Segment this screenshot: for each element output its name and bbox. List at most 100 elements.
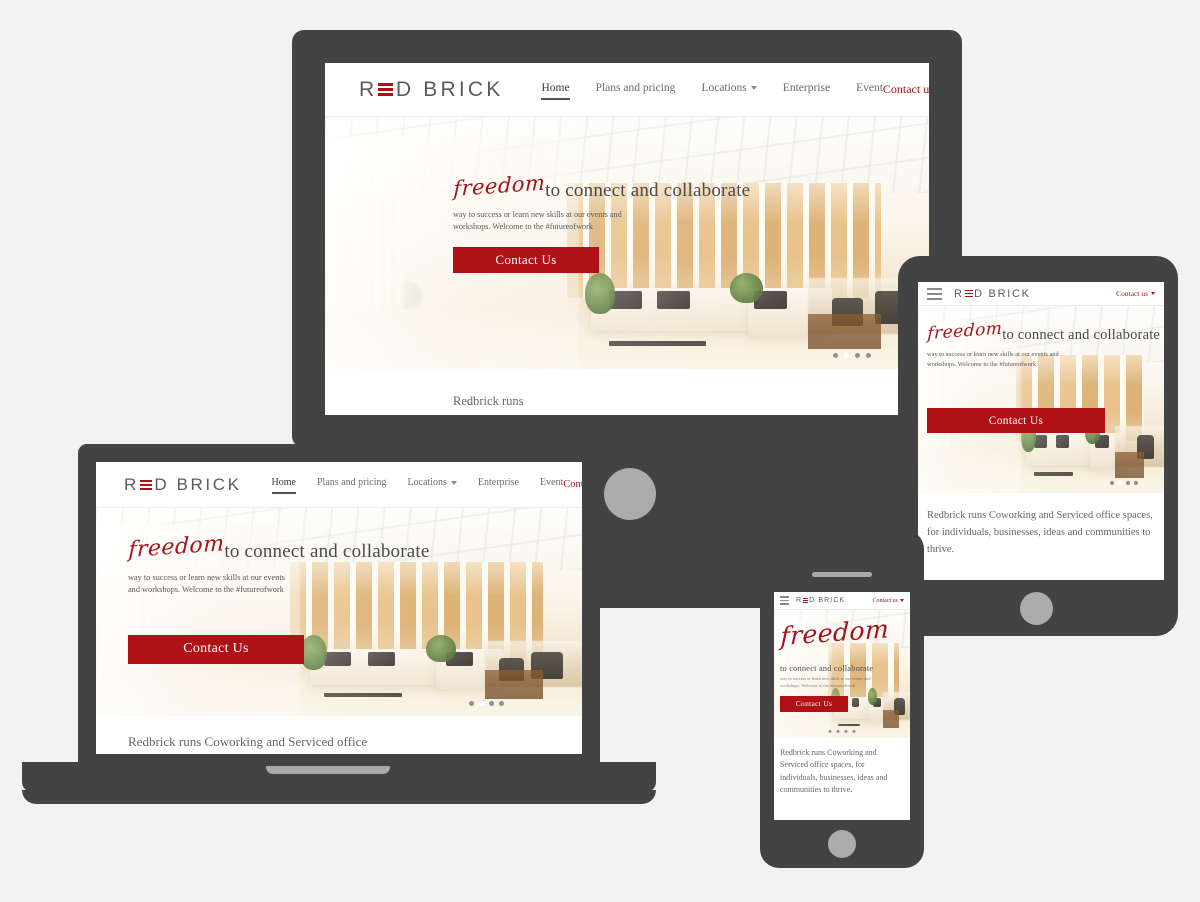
hero-headline: freedomto connect and collaborate: [128, 531, 429, 563]
carousel-dot[interactable]: [833, 353, 838, 358]
hero-headline-rest: to connect and collaborate: [224, 541, 430, 562]
nav-item-event[interactable]: Event: [540, 477, 563, 492]
nav-item-event-label: Event: [539, 477, 564, 488]
chevron-down-icon: [750, 85, 757, 90]
laptop: R D BRICK Home Plans and pricing Location…: [22, 444, 656, 814]
phone-earpiece-speaker: [812, 572, 872, 577]
carousel-dot[interactable]: [469, 701, 474, 706]
hero-cta-button[interactable]: Contact Us: [453, 246, 599, 273]
nav-item-home[interactable]: Home: [271, 477, 297, 494]
contact-us-label: Contact us: [1116, 289, 1148, 298]
contact-us-label: Contact us: [563, 479, 582, 490]
intro-paragraph-phone: Redbrick runs Coworking and Serviced off…: [774, 738, 910, 797]
tablet: RD BRICK Contact us freedomto connect an…: [898, 256, 1178, 636]
carousel-dot[interactable]: [1110, 481, 1114, 485]
contact-us-dropdown-phone[interactable]: Contact us: [873, 598, 904, 604]
logo-text-before: R: [796, 597, 803, 604]
hero-subcopy: way to success or learn new skills at ou…: [927, 351, 1059, 368]
nav-item-home[interactable]: Home: [541, 81, 570, 100]
logo-text-after: D BRICK: [154, 474, 242, 494]
nav-item-plans-label: Plans and pricing: [595, 81, 676, 94]
carousel-dot[interactable]: [489, 701, 494, 706]
chevron-down-icon: [1151, 292, 1155, 295]
hero-copy-tablet: freedomto connect and collaborate way to…: [927, 319, 1161, 434]
hero-laptop: freedomto connect and collaborate way to…: [96, 508, 582, 716]
contact-us-dropdown-tablet[interactable]: Contact us: [1116, 289, 1155, 298]
laptop-trackpad-notch: [266, 766, 390, 774]
carousel-dot[interactable]: [1126, 481, 1130, 485]
carousel-dot-active[interactable]: [844, 353, 849, 358]
nav-item-plans-and-pricing[interactable]: Plans and pricing: [317, 477, 386, 492]
hero-headline-script: freedom: [926, 318, 1003, 345]
hero-headline: freedomto connect and collaborate: [453, 170, 750, 201]
nav-item-enterprise[interactable]: Enterprise: [783, 82, 830, 98]
carousel-dot-active[interactable]: [479, 701, 484, 706]
nav-item-plans-and-pricing[interactable]: Plans and pricing: [596, 82, 676, 98]
nav-item-home-label: Home: [271, 477, 296, 488]
hero-tablet: freedomto connect and collaborate way to…: [918, 306, 1164, 493]
carousel-dot[interactable]: [855, 353, 860, 358]
carousel-dot[interactable]: [844, 730, 848, 733]
logo-text-after: D BRICK: [395, 77, 504, 101]
hamburger-menu-icon[interactable]: [927, 287, 942, 300]
hero-headline-script: freedom: [452, 170, 546, 202]
carousel-dots-laptop: [469, 701, 504, 706]
navbar-desktop: R D BRICK Home Plans and pricing Location…: [325, 63, 929, 117]
carousel-dot[interactable]: [866, 353, 871, 358]
hero-copy-phone: freedom to connect and collaborate way t…: [780, 614, 904, 712]
carousel-dot[interactable]: [1134, 481, 1138, 485]
logo-text-before: R: [124, 474, 139, 494]
chevron-down-icon: [450, 480, 457, 485]
intro-paragraph-tablet: Redbrick runs Coworking and Serviced off…: [918, 493, 1164, 558]
phone-home-button[interactable]: [828, 830, 856, 858]
hero-copy-laptop: freedomto connect and collaborate way to…: [128, 531, 429, 664]
nav-item-event-label: Event: [856, 81, 883, 94]
hero-phone: freedom to connect and collaborate way t…: [774, 610, 910, 738]
navbar-laptop: R D BRICK Home Plans and pricing Location…: [96, 462, 582, 508]
hero-headline: freedomto connect and collaborate: [927, 319, 1161, 344]
nav-links-desktop: Home Plans and pricing Locations Enterpr…: [541, 81, 883, 100]
tablet-home-button[interactable]: [1020, 592, 1053, 625]
nav-item-enterprise[interactable]: Enterprise: [478, 477, 519, 492]
logo-desktop[interactable]: R D BRICK: [359, 78, 503, 102]
hero-cta-button[interactable]: Contact Us: [927, 408, 1105, 434]
carousel-dot-active[interactable]: [1118, 481, 1122, 485]
carousel-dots-tablet: [1110, 481, 1138, 485]
nav-item-enterprise-label: Enterprise: [477, 477, 519, 488]
carousel-dots-desktop: [833, 353, 871, 358]
hero-copy-desktop: freedomto connect and collaborate way to…: [453, 170, 750, 273]
hero-headline-rest: to connect and collaborate: [780, 664, 874, 673]
hero-cta-button[interactable]: Contact Us: [780, 695, 848, 712]
contact-us-dropdown-laptop[interactable]: Contact us: [563, 479, 582, 490]
nav-item-enterprise-label: Enterprise: [782, 81, 831, 94]
logo-e-bars-icon: [378, 83, 394, 96]
device-mockup-stage: R D BRICK Home Plans and pricing Location…: [0, 0, 1200, 902]
contact-us-label: Contact us: [882, 82, 929, 96]
logo-phone[interactable]: R D BRICK: [796, 597, 845, 604]
hero-subcopy: way to success or learn new skills at ou…: [780, 676, 871, 689]
logo-laptop[interactable]: R D BRICK: [124, 475, 242, 495]
logo-e-bars-icon: [803, 598, 809, 603]
carousel-dot[interactable]: [499, 701, 504, 706]
nav-item-locations[interactable]: Locations: [407, 477, 457, 492]
intro-paragraph-desktop: Redbrick runs Coworking and Serviced off…: [325, 369, 705, 415]
nav-item-locations[interactable]: Locations: [701, 82, 757, 98]
hero-subcopy: way to success or learn new skills at ou…: [128, 573, 285, 595]
contact-us-dropdown-desktop[interactable]: Contact us: [883, 82, 929, 97]
logo-tablet[interactable]: R D BRICK: [954, 288, 1031, 300]
nav-item-home-label: Home: [541, 81, 570, 94]
logo-text-after: D BRICK: [809, 597, 846, 604]
hero-headline-script: freedom: [127, 531, 225, 564]
hamburger-menu-icon[interactable]: [780, 596, 789, 605]
logo-text-before: R: [954, 287, 964, 300]
chevron-down-icon: [900, 599, 904, 602]
nav-item-event[interactable]: Event: [856, 82, 883, 98]
carousel-dot[interactable]: [852, 730, 856, 733]
logo-e-bars-icon: [964, 289, 973, 298]
carousel-dot[interactable]: [828, 730, 832, 733]
hero-headline-rest: to connect and collaborate: [1002, 327, 1161, 343]
nav-item-locations-label: Locations: [407, 477, 447, 488]
hero-subcopy: way to success or learn new skills at ou…: [453, 210, 622, 232]
carousel-dot-active[interactable]: [836, 730, 840, 733]
hero-cta-button[interactable]: Contact Us: [128, 634, 304, 664]
